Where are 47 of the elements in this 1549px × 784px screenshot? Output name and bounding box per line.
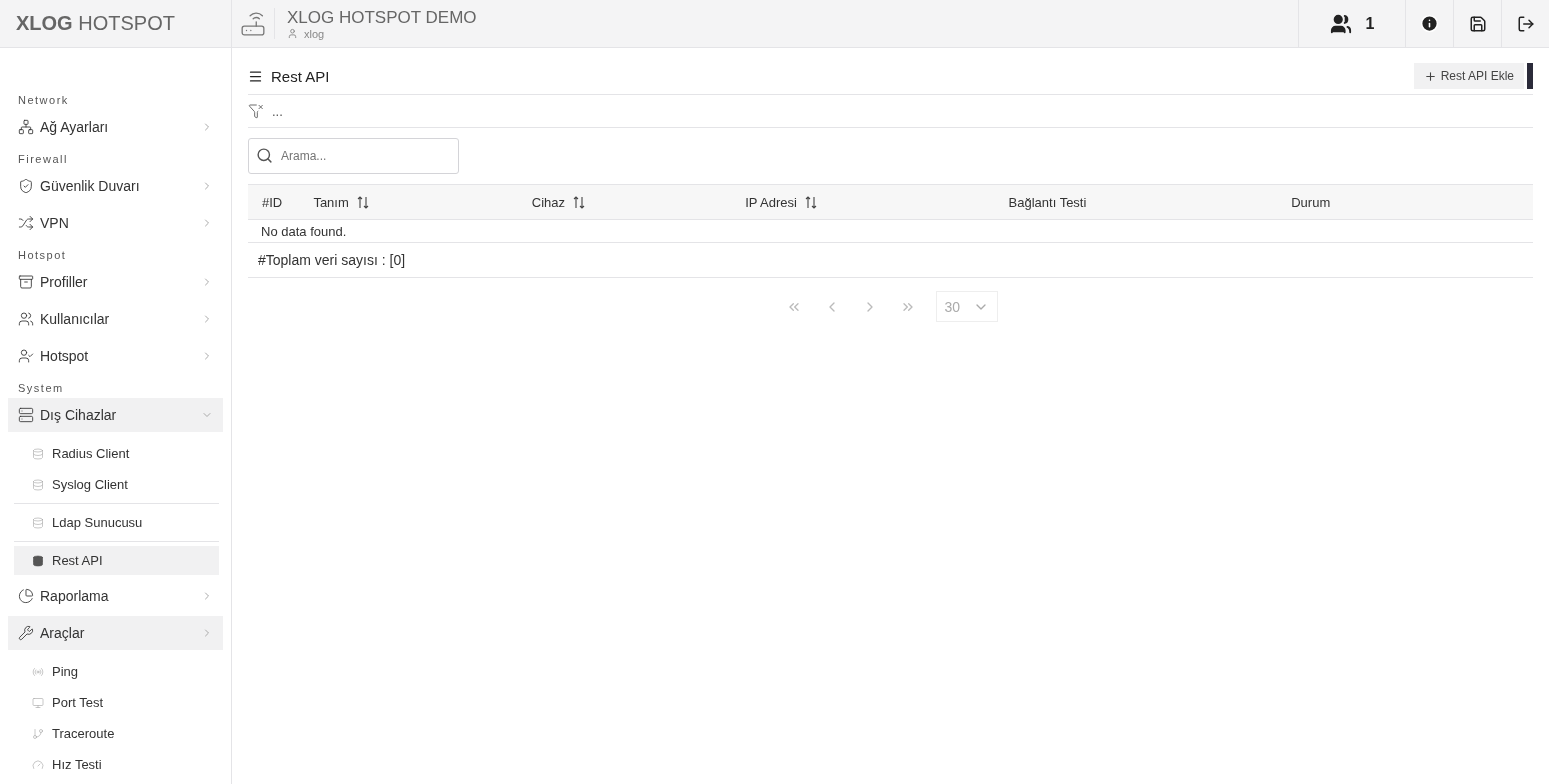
sidebar-item[interactable]: Hotspot xyxy=(8,339,223,373)
online-users-button[interactable]: 1 xyxy=(1298,0,1405,47)
save-icon xyxy=(1468,14,1487,33)
router-icon xyxy=(240,10,266,37)
brand-logo: XLOG HOTSPOT xyxy=(16,12,175,35)
column-header: Durum xyxy=(1277,184,1533,220)
filter-text: ... xyxy=(272,103,283,119)
app-title: XLOG HOTSPOT DEMO xyxy=(287,7,478,28)
submenu-item[interactable]: Traceroute xyxy=(14,719,219,748)
column-header[interactable]: Tanım xyxy=(299,184,518,220)
section-heading: Network xyxy=(17,93,70,108)
user-name: xlog xyxy=(304,27,325,40)
total-count: #Toplam veri sayısı : [0] xyxy=(248,243,1533,278)
search-icon xyxy=(256,147,273,164)
edge-bar xyxy=(1527,63,1533,89)
column-header[interactable]: Cihaz xyxy=(517,184,732,220)
empty-message: No data found. xyxy=(248,219,1533,243)
column-header[interactable]: IP Adresi xyxy=(731,184,995,220)
sidebar-item[interactable]: Raporlama xyxy=(8,579,223,613)
submenu-item[interactable]: Ldap Sunucusu xyxy=(14,508,219,537)
filter-off-icon[interactable] xyxy=(248,103,264,119)
section-heading: Hotspot xyxy=(17,248,68,263)
sidebar-item[interactable]: Kullanıcılar xyxy=(8,302,223,336)
plus-icon xyxy=(1423,69,1437,83)
submenu-item[interactable]: Port Test xyxy=(14,688,219,717)
section-heading: Firewall xyxy=(17,152,69,167)
sidebar-item[interactable]: Güvenlik Duvarı xyxy=(8,169,223,203)
sidebar-item[interactable]: Araçlar xyxy=(8,616,223,650)
info-icon xyxy=(1420,14,1439,33)
submenu-item[interactable]: Syslog Client xyxy=(14,470,219,499)
submenu-item[interactable]: Hız Testi xyxy=(14,750,219,779)
sidebar-item[interactable]: VPN xyxy=(8,206,223,240)
submenu-item[interactable]: Rest API xyxy=(14,546,219,575)
logout-icon xyxy=(1516,14,1535,33)
sidebar-item[interactable]: Ağ Ayarları xyxy=(8,110,223,144)
section-heading: System xyxy=(17,381,65,396)
column-header: Bağlantı Testi xyxy=(994,184,1278,220)
sidebar-item[interactable]: Dış Cihazlar xyxy=(8,398,223,432)
sidebar-item[interactable]: Profiller xyxy=(8,265,223,299)
search-field[interactable]: Arama... xyxy=(248,138,459,174)
submenu-item[interactable]: Radius Client xyxy=(14,439,219,468)
users-icon xyxy=(1329,12,1352,35)
user-icon xyxy=(287,28,298,39)
submenu-item[interactable]: Ping xyxy=(14,657,219,686)
add-button[interactable]: Rest API Ekle xyxy=(1413,63,1524,89)
page-title: Rest API xyxy=(271,67,330,85)
column-header: #ID xyxy=(248,184,300,220)
